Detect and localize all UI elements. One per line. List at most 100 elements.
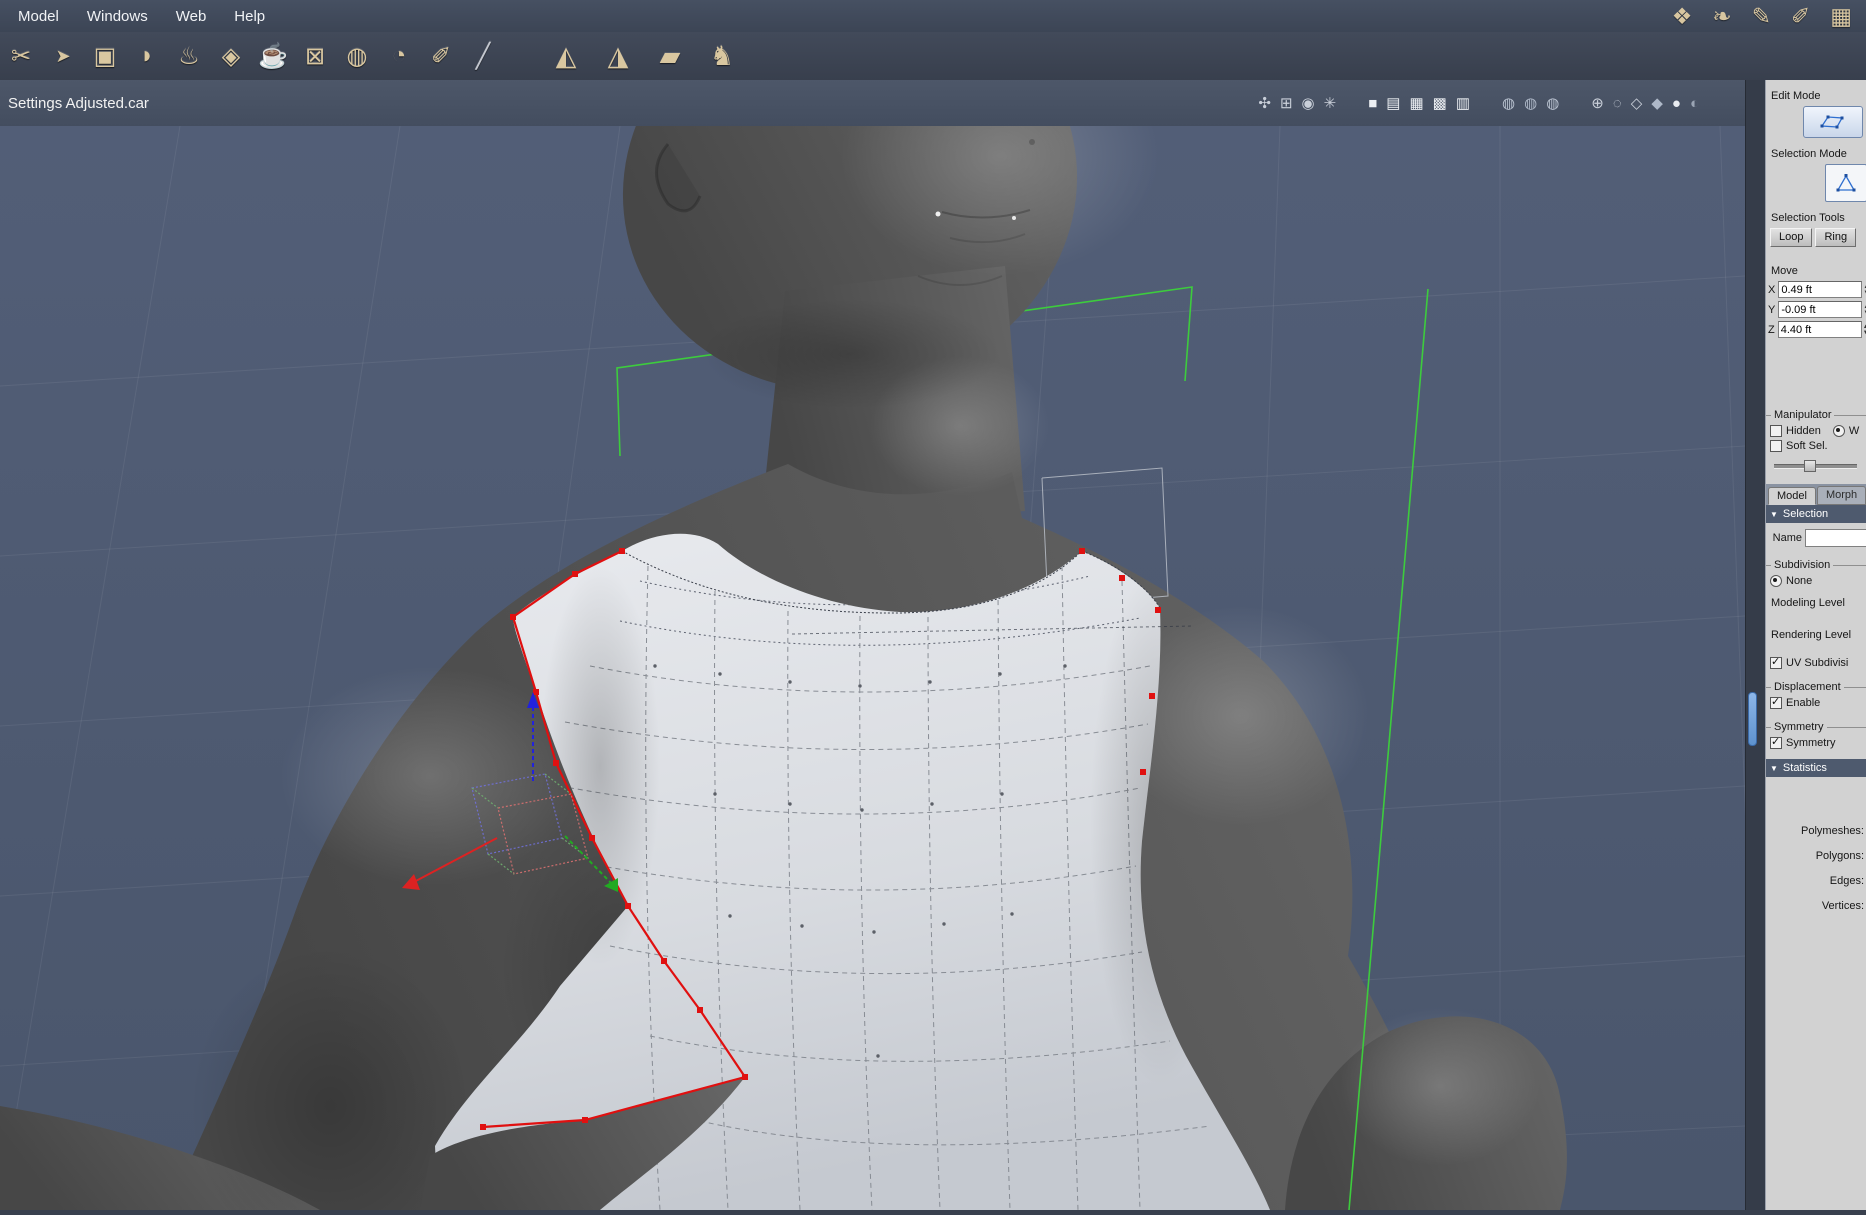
target-icon[interactable]: ◉ (1302, 96, 1315, 111)
layout-cols-icon[interactable]: ▥ (1456, 96, 1470, 111)
subdivision-none-label: None (1786, 575, 1813, 587)
viewport-option-icons: ✣ ⊞ ◉ ✳ ■ ▤ ▦ ▩ ▥ ◍ ◍ ◍ ⊕ ◌ ◇ ◆ ● ◐ (1258, 96, 1745, 111)
collapse-triangle-icon: ▼ (1770, 763, 1778, 773)
selection-mode-label: Selection Mode (1771, 148, 1847, 160)
burst-icon[interactable]: ✳ (1324, 96, 1337, 111)
y-axis-label: Y (1768, 303, 1776, 316)
extrude-tool-icon[interactable]: ◈ (210, 42, 252, 71)
menu-right-tools: ❖ ❧ ✎ ✐ ▦ (1672, 0, 1866, 32)
gray-sphere-icon[interactable]: ◐ (1690, 96, 1699, 111)
grid-panel-tool-icon[interactable]: ▦ (1830, 0, 1852, 32)
panel-tabs: Model Morph (1766, 484, 1866, 505)
shading-textured-icon[interactable]: ◍ (1546, 96, 1559, 111)
dome-tool-icon[interactable]: ◗ (126, 42, 168, 70)
marquee-select-tool-icon[interactable]: ▣ (84, 42, 126, 71)
layout-single-icon[interactable]: ■ (1368, 96, 1377, 111)
viewport[interactable] (0, 0, 1761, 1215)
soft-selection-checkbox[interactable] (1770, 440, 1782, 452)
tab-morph[interactable]: Morph (1816, 486, 1866, 505)
move-z-input[interactable] (1777, 321, 1862, 338)
wrap-tool-icon[interactable]: ◔ (378, 42, 420, 70)
uv-subdivision-checkbox[interactable]: ✓ (1770, 656, 1782, 669)
modeling-level-label: Modeling Level (1771, 597, 1845, 609)
main-toolbar: ✂ ➤ ▣ ◗ ♨ ◈ ☕ ⊠ ◍ ◔ ✐ ╱ ◭ ◮ ▰ ♞ (0, 32, 1866, 81)
z-axis-label: Z (1768, 323, 1775, 336)
triangle-select-icon (1836, 174, 1856, 192)
wire-quad-icon (1820, 115, 1844, 129)
bend-modifier-tool-icon[interactable]: ◭ (540, 41, 592, 72)
viewport-canvas[interactable] (0, 0, 1761, 1215)
menu-model[interactable]: Model (0, 8, 73, 25)
world-radio[interactable] (1832, 425, 1845, 437)
displacement-divider: Displacement (1766, 681, 1866, 693)
edges-label: Edges: (1829, 875, 1864, 887)
displacement-enable-checkbox[interactable]: ✓ (1770, 696, 1782, 709)
point-edit-tool-icon[interactable]: ➤ (42, 46, 84, 67)
collapse-triangle-icon: ▼ (1770, 509, 1778, 519)
deform-modifier-tool-icon[interactable]: ♞ (696, 41, 748, 72)
white-sphere-icon[interactable]: ● (1672, 96, 1681, 111)
polygons-label: Polygons: (1815, 850, 1864, 862)
layout-grid6-icon[interactable]: ▩ (1433, 96, 1447, 111)
uv-subdivision-label: UV Subdivisi (1786, 657, 1849, 669)
rendering-level-label: Rendering Level (1771, 629, 1852, 641)
menu-windows[interactable]: Windows (73, 8, 162, 25)
sweep-modifier-tool-icon[interactable]: ▰ (644, 41, 696, 72)
layout-grid4-icon[interactable]: ▦ (1409, 96, 1423, 111)
subdivision-none-radio[interactable] (1770, 575, 1782, 587)
world-label: W (1848, 425, 1860, 437)
wire-cube-icon[interactable]: ◇ (1631, 96, 1643, 111)
right-panel: Edit Mode Selection Mode Selection Tools… (1765, 80, 1866, 1210)
shading-flat-icon[interactable]: ◍ (1502, 96, 1515, 111)
hidden-checkbox[interactable] (1770, 425, 1782, 437)
soft-selection-slider[interactable] (1774, 460, 1857, 472)
grid-snap-icon[interactable]: ⊞ (1280, 96, 1293, 111)
selection-mode-button[interactable] (1825, 164, 1866, 202)
slider-thumb[interactable] (1803, 460, 1816, 472)
selection-section-header[interactable]: ▼ Selection (1766, 505, 1866, 523)
move-y-input[interactable] (1778, 301, 1863, 318)
weld-tool-icon[interactable]: ♨ (168, 42, 210, 71)
lathe-tool-icon[interactable]: ☕ (252, 42, 294, 71)
viewport-titlebar: Settings Adjusted.car ✣ ⊞ ◉ ✳ ■ ▤ ▦ ▩ ▥ … (0, 80, 1745, 127)
scissors-tool-icon[interactable]: ✂ (0, 42, 42, 71)
polymeshes-label: Polymeshes: (1801, 825, 1864, 837)
pen-line-tool-icon[interactable]: ✐ (420, 42, 462, 71)
vertex-snap-icon[interactable]: ✣ (1258, 96, 1271, 111)
tab-model[interactable]: Model (1768, 487, 1816, 505)
name-input[interactable] (1805, 529, 1866, 547)
menu-help[interactable]: Help (220, 8, 279, 25)
orbit-icon[interactable]: ⊕ (1591, 96, 1604, 111)
freehand-line-tool-icon[interactable]: ╱ (462, 42, 504, 71)
shading-smooth-icon[interactable]: ◍ (1524, 96, 1537, 111)
solid-cube-icon[interactable]: ◆ (1651, 96, 1663, 111)
manipulator-divider: Manipulator (1766, 409, 1866, 421)
layout-rows-icon[interactable]: ▤ (1386, 96, 1400, 111)
twist-modifier-tool-icon[interactable]: ◮ (592, 41, 644, 72)
move-x-input[interactable] (1778, 281, 1863, 298)
loop-button[interactable]: Loop (1770, 228, 1813, 247)
hidden-label: Hidden (1786, 425, 1821, 437)
document-title: Settings Adjusted.car (8, 94, 149, 112)
sphere-primitive-tool-icon[interactable]: ◍ (336, 42, 378, 71)
ring-button[interactable]: Ring (1815, 228, 1857, 247)
panel-splitter (1745, 80, 1766, 1210)
edit-mode-label: Edit Mode (1771, 90, 1821, 102)
pen-tool-icon[interactable]: ✐ (1791, 0, 1810, 32)
symmetry-checkbox[interactable]: ✓ (1770, 736, 1782, 749)
edit-mode-button[interactable] (1803, 106, 1863, 138)
symmetry-checkbox-label: Symmetry (1786, 737, 1836, 749)
splitter-handle[interactable] (1748, 692, 1757, 746)
fill-tool-icon[interactable]: ❧ (1712, 0, 1731, 32)
modifier-tool-group: ◭ ◮ ▰ ♞ (540, 41, 748, 72)
statistics-section-header[interactable]: ▼ Statistics (1766, 759, 1866, 777)
subdivision-divider: Subdivision (1766, 559, 1866, 571)
displacement-enable-label: Enable (1786, 697, 1821, 709)
menu-bar: Model Windows Web Help ❖ ❧ ✎ ✐ ▦ (0, 0, 1866, 32)
dashed-circle-icon[interactable]: ◌ (1613, 96, 1622, 111)
selection-tools-label: Selection Tools (1771, 212, 1845, 224)
menu-web[interactable]: Web (162, 8, 221, 25)
draw-tool-icon[interactable]: ✎ (1752, 0, 1771, 32)
delete-face-tool-icon[interactable]: ⊠ (294, 42, 336, 71)
multi-pose-tool-icon[interactable]: ❖ (1672, 0, 1693, 32)
